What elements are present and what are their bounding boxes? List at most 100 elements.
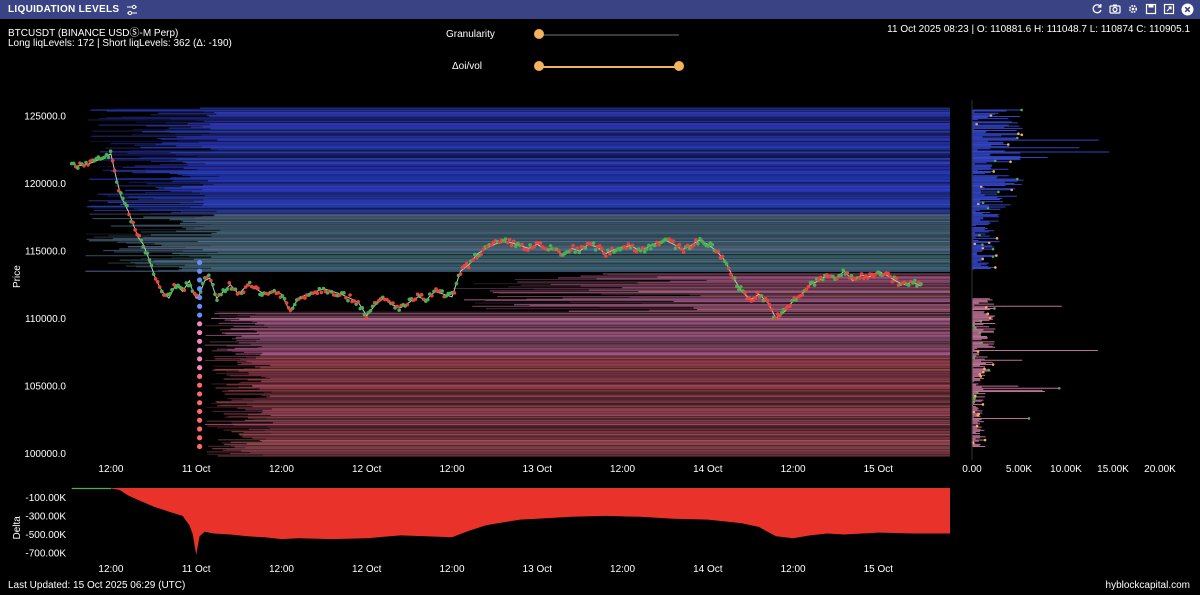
volume-marker: [995, 237, 999, 240]
price-marker: [747, 295, 751, 300]
volume-marker: [994, 266, 997, 269]
volume-marker: [991, 363, 995, 366]
price-marker: [788, 303, 792, 308]
price-marker: [466, 265, 471, 270]
delta-panel: -100.00K -300.00K -500.00K -700.00KDelta 12:…: [12, 487, 950, 575]
time-tick-label: 12:00: [439, 464, 464, 475]
price-marker: [200, 281, 205, 286]
cluster-dot: [197, 259, 203, 266]
price-marker: [677, 242, 682, 247]
price-marker: [728, 272, 733, 276]
price-marker: [137, 233, 142, 238]
price-marker: [773, 316, 778, 321]
cluster-dot: [197, 268, 203, 274]
price-marker: [720, 254, 725, 259]
price-marker: [215, 298, 219, 302]
liquidation-cluster: [197, 259, 203, 450]
price-marker: [724, 262, 729, 266]
price-marker: [894, 276, 899, 281]
price-marker: [211, 282, 215, 287]
price-marker: [800, 293, 805, 297]
volume-marker: [1057, 386, 1061, 390]
cluster-dot: [197, 408, 203, 415]
delta-tick-label: -700.00K: [25, 549, 66, 560]
price-marker: [170, 287, 174, 292]
price-axis-title: Price: [12, 265, 23, 288]
price-marker: [509, 243, 514, 248]
volume-marker: [1027, 417, 1031, 420]
price-marker: [76, 166, 80, 170]
price-axis: 125000.0 120000.0 115000.0 110000.0 105000.0…: [12, 112, 66, 460]
price-marker: [640, 246, 645, 250]
price-marker: [820, 277, 825, 282]
price-marker: [777, 314, 782, 318]
price-marker: [710, 242, 715, 247]
price-marker: [209, 278, 213, 283]
price-marker: [696, 242, 700, 246]
price-marker: [207, 273, 211, 278]
price-marker: [141, 244, 146, 249]
price-marker: [653, 243, 657, 248]
time-tick-label: 12:00: [781, 464, 806, 475]
price-marker: [511, 239, 516, 244]
price-tick-label: 125000.0: [24, 112, 66, 123]
volume-marker: [973, 394, 977, 398]
price-marker: [755, 290, 760, 295]
price-marker: [571, 243, 575, 248]
price-marker: [859, 272, 864, 276]
price-marker: [769, 307, 774, 312]
delta-time-tick-label: 12:00: [610, 564, 635, 575]
price-marker: [694, 238, 698, 243]
delta-axis-title: Delta: [12, 516, 23, 540]
price-marker: [364, 315, 369, 320]
volume-marker: [997, 190, 1000, 194]
volume-marker: [1015, 177, 1019, 181]
price-marker: [599, 247, 604, 251]
price-marker: [121, 196, 125, 201]
cluster-dot: [197, 303, 203, 309]
volume-tick-label: 15.00K: [1097, 464, 1129, 475]
delta-time-tick-label: 12:00: [269, 564, 294, 575]
price-marker: [573, 250, 577, 255]
price-marker: [845, 271, 850, 275]
price-marker: [464, 261, 469, 266]
price-marker: [520, 242, 524, 247]
price-marker: [133, 228, 137, 232]
price-marker: [344, 295, 348, 300]
price-marker: [397, 308, 401, 312]
price-tick-label: 120000.0: [24, 179, 66, 190]
price-marker: [610, 246, 614, 251]
price-marker: [780, 310, 784, 315]
price-marker: [321, 286, 326, 291]
delta-time-tick-label: 12:00: [98, 564, 123, 575]
price-marker: [155, 280, 160, 284]
price-marker: [839, 273, 843, 278]
time-tick-label: 12 Oct: [352, 464, 382, 475]
cluster-dot: [197, 426, 203, 432]
price-marker: [548, 244, 553, 248]
price-marker: [131, 220, 135, 225]
delta-tick-label: -300.00K: [25, 511, 66, 522]
price-marker: [671, 239, 676, 243]
volume-marker: [975, 424, 979, 428]
brand-link[interactable]: hyblockcapital.com: [1106, 580, 1190, 591]
price-marker: [906, 283, 911, 287]
delta-time-tick-label: 12:00: [781, 564, 806, 575]
price-marker: [127, 212, 131, 217]
time-tick-label: 11 Oct: [182, 464, 211, 475]
price-tick-label: 110000.0: [25, 314, 66, 325]
price-marker: [575, 246, 579, 251]
price-marker: [430, 294, 434, 298]
price-marker: [256, 286, 260, 291]
cluster-dot: [197, 443, 203, 450]
price-marker: [106, 155, 111, 160]
price-marker: [114, 180, 119, 184]
price-marker: [886, 271, 891, 276]
price-marker: [151, 272, 156, 276]
price-marker: [624, 246, 629, 251]
price-marker: [890, 279, 895, 284]
price-marker: [348, 293, 352, 297]
price-marker: [812, 283, 817, 287]
liquidation-chart[interactable]: 125000.0 120000.0 115000.0 110000.0 105000.0…: [0, 0, 1200, 595]
price-marker: [282, 296, 287, 301]
